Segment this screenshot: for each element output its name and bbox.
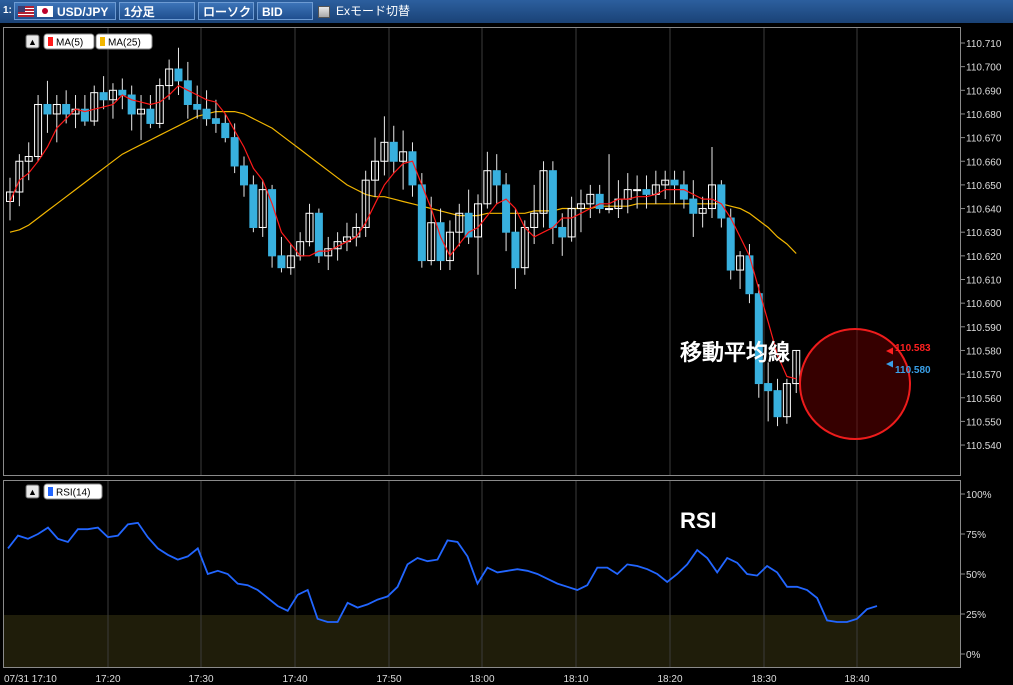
- ma-price-label: 110.583: [895, 343, 931, 354]
- bearish-candle: [146, 108, 155, 124]
- rsi-tick-label: 50%: [966, 570, 986, 581]
- bearish-candle: [183, 80, 192, 105]
- rsi-tick-label: 0%: [966, 650, 981, 661]
- ma5-swatch: [48, 37, 53, 46]
- time-tick-label: 18:20: [657, 674, 682, 685]
- bearish-candle: [595, 193, 604, 210]
- rsi-tick-label: 100%: [966, 490, 992, 501]
- bearish-candle: [689, 198, 698, 214]
- ma5-legend-label[interactable]: MA(5): [56, 38, 83, 49]
- price-tick-label: 110.600: [966, 299, 1002, 310]
- bearish-candle: [670, 179, 679, 186]
- rsi-annotation: RSI: [680, 508, 717, 533]
- bearish-candle: [745, 255, 754, 295]
- bearish-candle: [249, 184, 258, 228]
- bearish-candle: [240, 165, 248, 186]
- currency-pair-button[interactable]: USD/JPY: [14, 2, 116, 20]
- bearish-candle: [43, 103, 52, 115]
- time-tick-label: 18:30: [751, 674, 776, 685]
- price-tick-label: 110.590: [966, 323, 1002, 334]
- rsi-tick-label: 25%: [966, 610, 986, 621]
- time-tick-label: 07/31 17:10: [4, 674, 57, 685]
- bullish-candle: [633, 189, 642, 192]
- bearish-candle: [277, 255, 286, 269]
- bearish-candle: [492, 170, 501, 186]
- us-flag-icon: [18, 6, 34, 17]
- chart-type-button[interactable]: ローソク: [198, 2, 254, 20]
- price-tick-label: 110.710: [966, 39, 1002, 50]
- collapse-icon[interactable]: ▲: [28, 487, 37, 497]
- bearish-candle: [314, 212, 323, 257]
- bearish-candle: [389, 141, 398, 162]
- bearish-candle: [211, 118, 220, 124]
- price-type-button[interactable]: BID: [257, 2, 313, 20]
- time-tick-label: 18:10: [563, 674, 588, 685]
- bearish-candle: [773, 390, 782, 418]
- bearish-candle: [221, 122, 230, 139]
- ma25-legend-label[interactable]: MA(25): [108, 38, 141, 49]
- rsi-legend-label[interactable]: RSI(14): [56, 488, 90, 499]
- bearish-candle: [202, 108, 211, 120]
- price-tick-label: 110.670: [966, 134, 1002, 145]
- price-tick-label: 110.630: [966, 228, 1002, 239]
- bearish-candle: [548, 170, 557, 228]
- bearish-candle: [62, 103, 71, 115]
- time-tick-label: 17:50: [376, 674, 401, 685]
- price-tick-label: 110.550: [966, 417, 1002, 428]
- price-tick-label: 110.620: [966, 252, 1002, 263]
- price-tick-label: 110.650: [966, 181, 1002, 192]
- ma-legend: ▲ MA(5) MA(25): [25, 33, 153, 50]
- time-tick-label: 18:00: [469, 674, 494, 685]
- price-tick-label: 110.580: [966, 346, 1002, 357]
- price-tick-label: 110.570: [966, 370, 1002, 381]
- price-tick-label: 110.540: [966, 441, 1002, 452]
- rsi-swatch: [48, 487, 53, 496]
- bullish-candle: [605, 208, 614, 211]
- ma25-swatch: [100, 37, 105, 46]
- bearish-candle: [268, 189, 277, 257]
- bearish-candle: [754, 293, 763, 385]
- bearish-candle: [118, 89, 127, 96]
- price-tick-label: 110.560: [966, 394, 1002, 405]
- price-tick-label: 110.680: [966, 110, 1002, 121]
- bid-price-label: 110.580: [895, 365, 931, 376]
- bearish-candle: [726, 217, 735, 271]
- time-tick-label: 17:30: [188, 674, 213, 685]
- currency-pair-label: USD/JPY: [57, 5, 109, 19]
- price-tick-label: 110.660: [966, 157, 1002, 168]
- bearish-candle: [642, 189, 651, 195]
- bearish-candle: [511, 231, 520, 269]
- bearish-candle: [464, 212, 473, 238]
- timeframe-button[interactable]: 1分足: [119, 2, 195, 20]
- moving-average-annotation: 移動平均線: [680, 340, 790, 365]
- time-tick-label: 17:40: [282, 674, 307, 685]
- bearish-candle: [764, 383, 773, 392]
- bearish-candle: [679, 184, 688, 200]
- bearish-candle: [99, 92, 108, 101]
- chart-area: 110.710 110.700 110.690 110.680 110.670 110.6…: [0, 23, 1013, 685]
- bearish-candle: [558, 226, 567, 238]
- price-tick-label: 110.690: [966, 86, 1002, 97]
- bearish-candle: [717, 184, 726, 219]
- bearish-candle: [230, 137, 239, 167]
- collapse-icon[interactable]: ▲: [28, 37, 37, 47]
- bearish-candle: [193, 103, 202, 110]
- ex-mode-label: Exモード切替: [336, 4, 411, 18]
- rsi-tick-label: 75%: [966, 530, 986, 541]
- highlight-circle: [799, 328, 911, 440]
- ex-mode-checkbox[interactable]: [318, 6, 330, 18]
- bearish-candle: [502, 184, 511, 233]
- price-tick-label: 110.640: [966, 205, 1002, 216]
- toolbar: 1: USD/JPY 1分足 ローソク BID Exモード切替: [0, 0, 1013, 24]
- bearish-candle: [174, 68, 183, 82]
- rsi-legend: ▲ RSI(14): [25, 483, 103, 500]
- time-tick-label: 17:20: [95, 674, 120, 685]
- price-tick-label: 110.610: [966, 276, 1002, 287]
- price-tick-label: 110.700: [966, 63, 1002, 74]
- time-tick-label: 18:40: [844, 674, 869, 685]
- jp-flag-icon: [37, 6, 53, 17]
- bearish-candle: [417, 184, 426, 262]
